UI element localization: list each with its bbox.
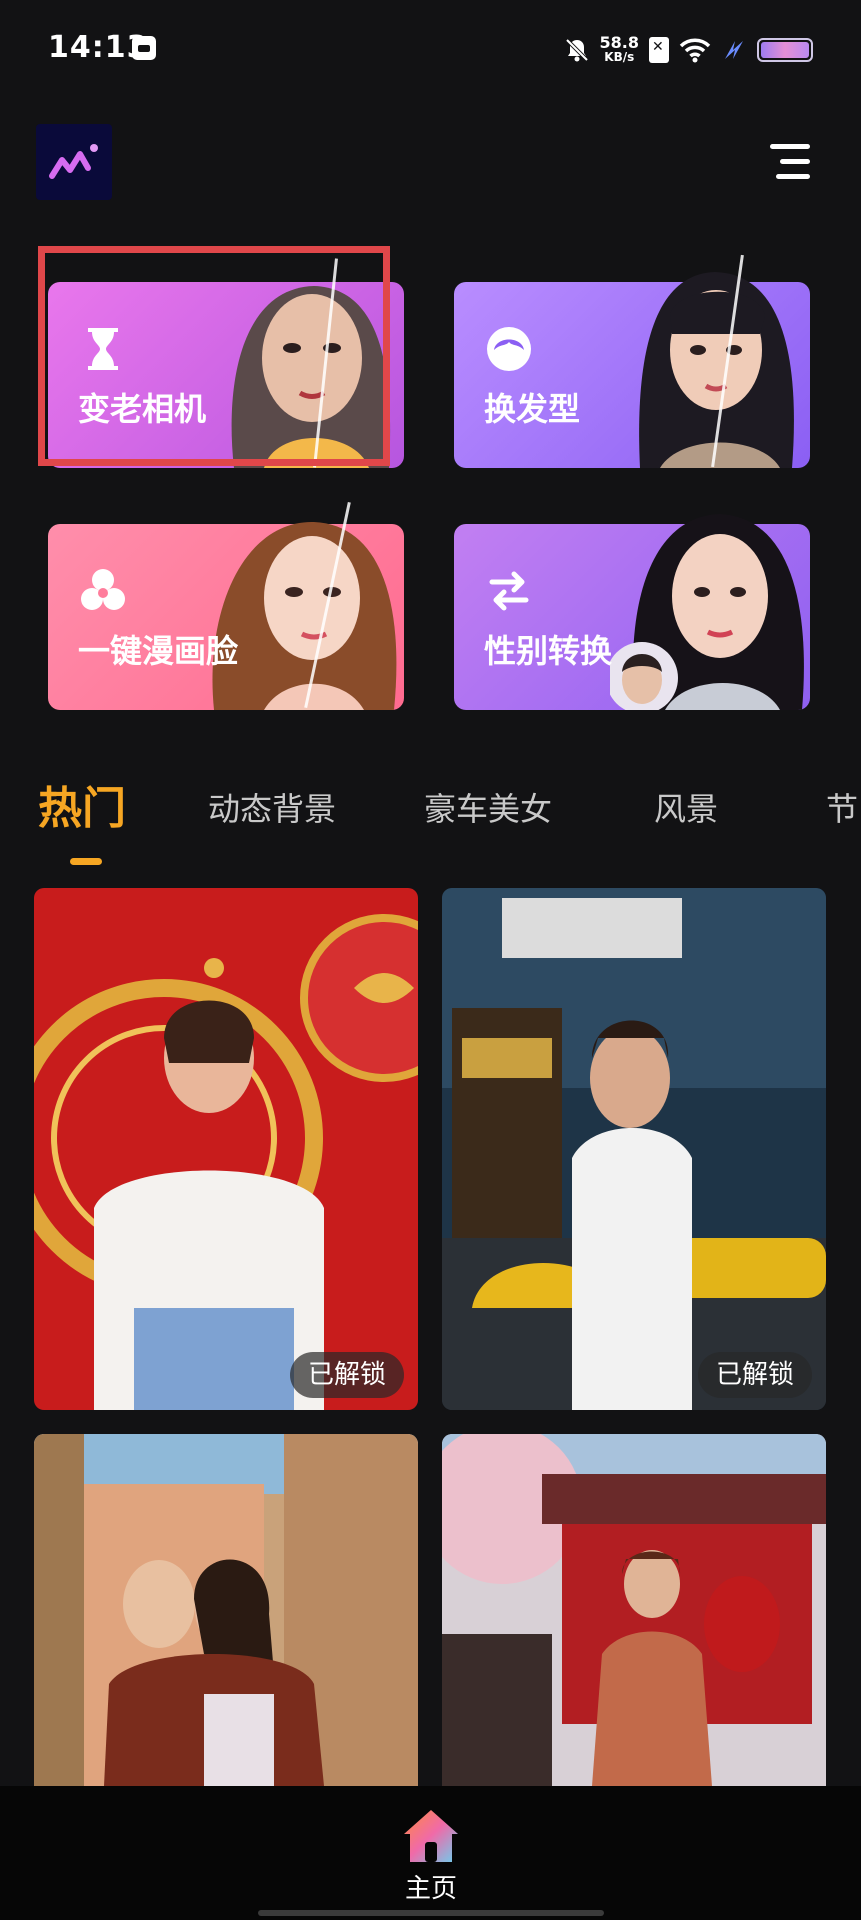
feature-card-comic-face[interactable]: 一键漫画脸 <box>48 501 404 710</box>
tab-luxury-car-beauty[interactable]: 豪车美女 <box>424 784 552 830</box>
home-icon <box>404 1810 458 1862</box>
template-card-city-street[interactable]: 已解锁 <box>442 888 826 1410</box>
tab-festival[interactable]: 节 <box>826 784 858 830</box>
net-speed-unit: KB/s <box>604 50 635 64</box>
home-indicator[interactable] <box>258 1910 604 1916</box>
bottom-nav: 主页 <box>0 1786 861 1920</box>
feature-label: 一键漫画脸 <box>78 632 239 670</box>
unlocked-badge: 已解锁 <box>289 1352 404 1398</box>
template-card-chinese-new-year[interactable]: 已解锁 <box>34 888 418 1410</box>
unlocked-badge: 已解锁 <box>697 1352 812 1398</box>
feature-label: 换发型 <box>484 390 581 428</box>
nav-home-label: 主页 <box>404 1874 457 1904</box>
battery-icon <box>757 38 813 62</box>
feature-label: 性别转换 <box>484 632 613 670</box>
feature-card-gender-swap[interactable]: 性别转换 <box>454 514 810 710</box>
menu-icon[interactable] <box>770 144 810 180</box>
wifi-icon <box>679 38 711 63</box>
template-card-temple-sakura[interactable] <box>442 1434 826 1786</box>
tab-scenery[interactable]: 风景 <box>654 784 718 830</box>
app-logo-icon[interactable] <box>36 124 112 200</box>
category-tabs: 热门 动态背景 豪车美女 风景 节 <box>0 770 861 860</box>
template-card-couple-street[interactable] <box>34 1434 418 1786</box>
status-icons: 58.8 KB/s <box>564 30 813 70</box>
tab-dynamic-background[interactable]: 动态背景 <box>208 784 336 830</box>
feature-card-hairstyle[interactable]: 换发型 <box>454 254 810 468</box>
aperture-icon <box>81 569 125 610</box>
nav-home[interactable]: 主页 <box>398 1806 464 1904</box>
net-speed-value: 58.8 <box>599 33 639 52</box>
face-hair-icon <box>487 327 531 371</box>
tab-hot[interactable]: 热门 <box>38 772 126 836</box>
calendar-icon <box>132 36 156 60</box>
sim-off-icon <box>649 37 669 63</box>
swap-arrows-icon <box>489 571 529 611</box>
selection-highlight <box>38 246 390 466</box>
mute-bell-icon <box>565 38 588 62</box>
net-speed: 58.8 KB/s <box>599 33 639 65</box>
status-bar: 14:13 58.8 KB/s <box>0 0 861 100</box>
charging-bolt-icon <box>725 41 743 59</box>
active-tab-indicator <box>70 858 102 865</box>
